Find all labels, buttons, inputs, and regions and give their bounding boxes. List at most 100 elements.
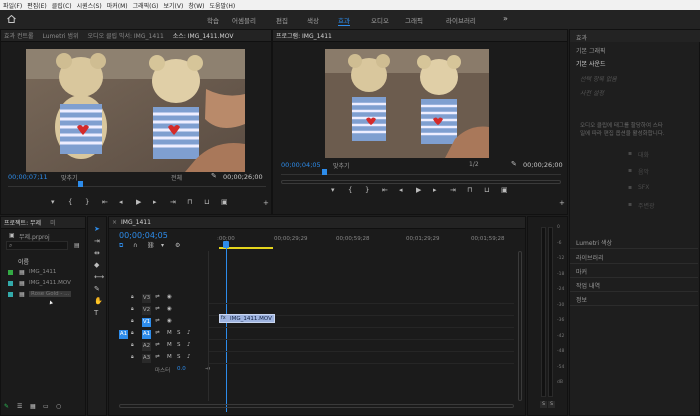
pencil-icon[interactable]: ✎ xyxy=(4,403,9,410)
source-overwrite-icon[interactable]: ⊔ xyxy=(204,199,209,206)
mic-icon[interactable]: ♪ xyxy=(187,354,191,361)
mic-icon[interactable]: ♪ xyxy=(187,330,191,337)
master-value[interactable]: 0.0 xyxy=(177,366,186,372)
program-out-point-icon[interactable]: } xyxy=(365,187,369,194)
eye-icon[interactable]: ◉ xyxy=(167,294,172,301)
new-bin-icon[interactable]: ▤ xyxy=(74,242,80,249)
freeform-view-icon[interactable]: ▭ xyxy=(43,403,49,410)
menu-item[interactable]: 보기(V) xyxy=(164,1,184,10)
source-step-forward-icon[interactable]: ▸ xyxy=(153,199,157,206)
source-step-back-icon[interactable]: ◂ xyxy=(119,199,123,206)
menu-item[interactable]: 마커(M) xyxy=(107,1,128,10)
type-tool-icon[interactable]: T xyxy=(94,310,98,317)
menu-item[interactable]: 그래픽(G) xyxy=(133,1,159,10)
program-export-frame-icon[interactable]: ▣ xyxy=(501,187,508,194)
sync-lock-icon[interactable]: ⇌ xyxy=(155,330,160,337)
source-in-point-icon[interactable]: { xyxy=(68,199,72,206)
meter-solo-button[interactable]: S xyxy=(548,401,555,408)
mute-icon[interactable]: M xyxy=(167,330,172,337)
timeline-vertical-scrollbar[interactable] xyxy=(518,251,522,401)
sync-lock-icon[interactable]: ⇌ xyxy=(155,342,160,349)
workspace-tab[interactable]: 학습 xyxy=(207,15,219,25)
hand-tool-icon[interactable]: ✋ xyxy=(94,298,103,305)
lock-icon[interactable]: 🔒︎ xyxy=(131,294,134,301)
menu-item[interactable]: 편집(E) xyxy=(27,1,47,10)
workspace-tab[interactable]: 라이브러리 xyxy=(446,15,476,25)
razor-tool-icon[interactable]: ◆ xyxy=(94,262,99,269)
program-wrench-icon[interactable]: ✎ xyxy=(511,161,517,168)
lock-icon[interactable]: 🔒︎ xyxy=(131,342,134,349)
right-panel-item[interactable]: 정보 xyxy=(576,295,587,304)
source-panel-tab[interactable]: 소스: IMG_1411.MOV xyxy=(173,31,234,40)
program-playhead[interactable] xyxy=(322,169,327,175)
right-panel-item[interactable]: 마커 xyxy=(576,267,587,276)
menu-item[interactable]: 파일(F) xyxy=(3,1,22,10)
meter-solo-button[interactable]: S xyxy=(540,401,547,408)
pen-tool-icon[interactable]: ✎ xyxy=(94,286,100,293)
wrench-icon[interactable]: ✎ xyxy=(211,173,217,180)
source-go-to-in-icon[interactable]: ⇤ xyxy=(102,199,108,206)
source-marker-icon[interactable]: ▾ xyxy=(51,199,55,206)
project-panel-tab[interactable]: 미 xyxy=(50,218,56,227)
project-panel-tab[interactable]: 프로젝트: 무제 xyxy=(4,218,41,227)
nest-icon[interactable]: ⧉ xyxy=(119,242,123,249)
program-scale-dropdown[interactable]: 1/2 xyxy=(469,161,479,168)
program-insert-icon[interactable]: ⊓ xyxy=(467,187,472,194)
ripple-edit-icon[interactable]: ⇹ xyxy=(94,250,100,257)
right-panel-item[interactable]: Lumetri 색상 xyxy=(576,238,612,247)
right-panel-item[interactable]: 기본 사운드 xyxy=(576,59,606,68)
essential-sound-type-button[interactable]: 주변광 xyxy=(638,201,655,210)
source-playhead[interactable] xyxy=(78,181,83,187)
source-time-ruler[interactable] xyxy=(8,181,266,187)
track-target[interactable]: A2 xyxy=(142,342,151,351)
solo-icon[interactable]: S xyxy=(177,342,181,349)
workspace-tab[interactable]: 어셈블리 xyxy=(232,15,256,25)
track-target[interactable]: A1 xyxy=(142,330,151,339)
mute-icon[interactable]: M xyxy=(167,342,172,349)
source-panel-tab[interactable]: 효과 컨트롤 xyxy=(4,31,34,40)
sync-lock-icon[interactable]: ⇌ xyxy=(155,306,160,313)
timeline-playhead-head[interactable] xyxy=(223,241,229,248)
timeline-timecode[interactable]: 00;00;04;05 xyxy=(119,231,168,240)
right-panel-item[interactable]: 라이브러리 xyxy=(576,253,604,262)
marker-add-icon[interactable]: ▾ xyxy=(161,242,164,249)
program-overwrite-icon[interactable]: ⊔ xyxy=(484,187,489,194)
music-icon[interactable]: ▪ xyxy=(628,167,632,174)
source-timecode-in[interactable]: 00;00;07;11 xyxy=(8,173,48,181)
lock-icon[interactable]: 🔒︎ xyxy=(131,330,134,337)
program-add-button-icon[interactable]: + xyxy=(559,200,565,207)
workspace-more-button[interactable]: » xyxy=(503,14,508,23)
timeline-clip[interactable]: fx IMG_1411.MOV xyxy=(219,314,275,323)
program-scrollbar[interactable] xyxy=(281,180,561,184)
home-icon[interactable] xyxy=(7,14,16,23)
lock-icon[interactable]: 🔒︎ xyxy=(131,306,134,313)
menu-item[interactable]: 도움말(H) xyxy=(209,1,235,10)
menu-item[interactable]: 창(W) xyxy=(188,1,204,10)
program-timecode-in[interactable]: 00;00;04;05 xyxy=(281,161,321,169)
essential-sound-type-button[interactable]: 대화 xyxy=(638,150,649,159)
essential-sound-type-button[interactable]: 음악 xyxy=(638,167,649,176)
program-step-back-icon[interactable]: ◂ xyxy=(399,187,403,194)
workspace-tab[interactable]: 오디오 xyxy=(371,15,389,25)
mute-icon[interactable]: M xyxy=(167,354,172,361)
source-go-to-out-icon[interactable]: ⇥ xyxy=(170,199,176,206)
ambience-icon[interactable]: ▪ xyxy=(628,201,632,208)
settings-icon[interactable]: ⚙ xyxy=(175,242,180,249)
project-search-input[interactable]: ⌕ xyxy=(6,241,68,250)
project-item[interactable]: Rose Gold - ... xyxy=(29,291,72,297)
track-target[interactable]: V2 xyxy=(142,306,151,315)
source-export-frame-icon[interactable]: ▣ xyxy=(221,199,228,206)
source-out-point-icon[interactable]: } xyxy=(85,199,89,206)
list-view-icon[interactable]: ☰ xyxy=(17,403,22,410)
source-play-icon[interactable]: ▶ xyxy=(136,199,141,206)
sync-lock-icon[interactable]: ⇌ xyxy=(155,318,160,325)
workspace-tab[interactable]: 그래픽 xyxy=(405,15,423,25)
source-add-button-icon[interactable]: + xyxy=(263,200,269,207)
right-panel-item[interactable]: 효과 xyxy=(576,33,587,42)
lock-icon[interactable]: 🔒︎ xyxy=(131,318,134,325)
track-target[interactable]: V3 xyxy=(142,294,151,303)
program-in-point-icon[interactable]: { xyxy=(348,187,352,194)
mic-icon[interactable]: ♪ xyxy=(187,342,191,349)
workspace-tab[interactable]: 편집 xyxy=(276,15,288,25)
solo-icon[interactable]: S xyxy=(177,330,181,337)
